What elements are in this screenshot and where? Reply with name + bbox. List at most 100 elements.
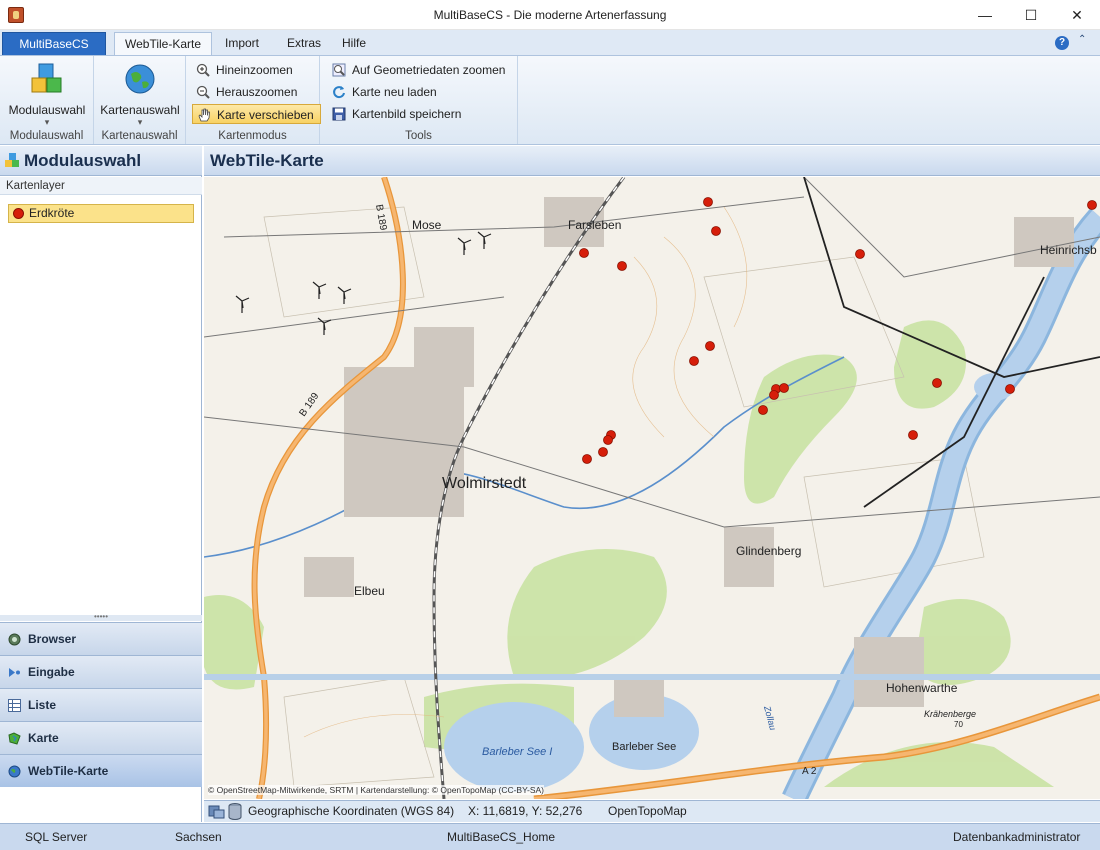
globe-icon [125, 64, 155, 94]
layer-item-label: Erdkröte [29, 206, 75, 220]
group-label-tools: Tools [405, 130, 432, 142]
pan-map-button[interactable]: Karte verschieben [192, 104, 321, 124]
map-source-label: OpenTopoMap [608, 804, 687, 818]
modulauswahl-button[interactable]: Modulauswahl ▾ [4, 60, 90, 128]
title-bar: MultiBaseCS - Die moderne Artenerfassung… [0, 0, 1100, 30]
refresh-icon [333, 86, 345, 99]
left-panel-title: Modulauswahl [24, 151, 142, 170]
map-canvas: Wolmirstedt Farsleben Mose Heinrichsb Gl… [204, 177, 1100, 799]
tab-import[interactable]: Import [215, 32, 269, 56]
save-map-image-label: Kartenbild speichern [352, 107, 462, 121]
zoom-in-icon [196, 63, 210, 77]
nav-item-karte[interactable]: Karte [0, 721, 202, 754]
zoom-to-geometry-button[interactable]: Auf Geometriedaten zoomen [328, 60, 511, 80]
label-barleber-see-i: Barleber See I [482, 746, 552, 758]
label-b189-north: B 189 [373, 204, 388, 232]
label-elbeu: Elbeu [354, 584, 385, 598]
zoom-geometry-icon [332, 63, 346, 77]
zoom-out-label: Herauszoomen [216, 85, 298, 99]
label-barleber-see: Barleber See [612, 741, 676, 753]
minor-roads [204, 177, 1100, 528]
nav-item-eingabe[interactable]: Eingabe [0, 655, 202, 688]
browser-icon [8, 633, 21, 646]
zoom-out-icon [196, 85, 210, 99]
kartenauswahl-label: Kartenauswahl [100, 103, 180, 117]
kartenauswahl-button[interactable]: Kartenauswahl ▾ [96, 60, 184, 128]
layer-item-erdkroete[interactable]: Erdkröte [8, 204, 194, 223]
ribbon-tab-bar: MultiBaseCS WebTile-Karte Import Extras … [0, 30, 1100, 56]
status-region: Sachsen [175, 830, 222, 844]
label-kraehenberge-elevation: 70 [954, 720, 963, 729]
list-icon [8, 699, 21, 712]
modules-icon [5, 153, 19, 167]
nav-item-label: Karte [28, 731, 59, 745]
modulauswahl-dropdown-arrow: ▾ [44, 117, 50, 127]
maximize-button[interactable]: ☐ [1008, 0, 1054, 30]
left-panel: Modulauswahl Kartenlayer Erdkröte ••••• … [0, 146, 202, 822]
label-heinrichsberg: Heinrichsb [1040, 243, 1097, 257]
reload-map-button[interactable]: Karte neu laden [328, 82, 443, 102]
status-database: MultiBaseCS_Home [447, 830, 556, 844]
nav-item-liste[interactable]: Liste [0, 688, 202, 721]
ribbon: Modulauswahl ▾ Modulauswahl Kartenauswah… [0, 55, 1100, 145]
label-a2: A 2 [802, 766, 817, 777]
status-user: Datenbankadministrator [953, 830, 1081, 844]
hand-icon [198, 108, 210, 122]
nav-item-label: Eingabe [28, 665, 75, 679]
status-bar: SQL Server Sachsen MultiBaseCS_Home Date… [0, 823, 1100, 850]
close-button[interactable]: ✕ [1054, 0, 1100, 30]
zoom-in-button[interactable]: Hineinzoomen [192, 60, 299, 80]
group-label-kartenauswahl: Kartenauswahl [101, 130, 178, 142]
nav-item-label: WebTile-Karte [28, 764, 109, 778]
minimize-button[interactable]: — [962, 0, 1008, 30]
save-map-image-button[interactable]: Kartenbild speichern [328, 104, 467, 124]
label-zollau: Zollau [762, 704, 778, 731]
webtile-map[interactable]: Wolmirstedt Farsleben Mose Heinrichsb Gl… [204, 177, 1100, 799]
group-modulauswahl: Modulauswahl ▾ Modulauswahl [0, 56, 94, 144]
label-farsleben: Farsleben [568, 218, 621, 232]
webtile-globe-icon [8, 765, 21, 778]
tab-webtile-karte[interactable]: WebTile-Karte [114, 32, 213, 56]
map-icon [8, 732, 21, 745]
nav-item-webtile-karte[interactable]: WebTile-Karte [0, 754, 202, 787]
group-label-modulauswahl: Modulauswahl [9, 130, 84, 142]
help-icon[interactable]: ? [1055, 36, 1069, 50]
zoom-in-label: Hineinzoomen [216, 63, 293, 77]
crs-label: Geographische Koordinaten (WGS 84) [248, 804, 455, 818]
layer-color-dot [13, 208, 24, 219]
nav-item-browser[interactable]: Browser [0, 622, 202, 655]
group-kartenmodus: Hineinzoomen Herauszoomen Karte verschie… [186, 56, 321, 144]
nav-item-label: Browser [28, 632, 77, 646]
main-panel-header: WebTile-Karte [204, 146, 1100, 176]
reload-map-label: Karte neu laden [352, 85, 437, 99]
save-disk-icon [332, 107, 346, 121]
group-tools: Auf Geometriedaten zoomen Karte neu lade… [320, 56, 518, 144]
database-icon [228, 803, 242, 820]
panel-splitter[interactable]: ••••• [0, 613, 202, 621]
label-hohenwarthe: Hohenwarthe [886, 681, 958, 695]
zoom-out-button[interactable]: Herauszoomen [192, 82, 303, 102]
left-panel-header: Modulauswahl [0, 146, 202, 176]
map-attribution: © OpenStreetMap-Mitwirkende, SRTM | Kart… [208, 785, 544, 795]
window-title: MultiBaseCS - Die moderne Artenerfassung [433, 8, 667, 22]
label-glindenberg: Glindenberg [736, 544, 801, 558]
pan-map-label: Karte verschieben [217, 108, 314, 122]
label-kraehenberge: Krähenberge [924, 709, 976, 719]
map-status-bar: Geographische Koordinaten (WGS 84) X: 11… [204, 800, 1100, 822]
nav-item-label: Liste [28, 698, 57, 712]
label-mose: Mose [412, 218, 442, 232]
tab-app-menu[interactable]: MultiBaseCS [2, 32, 106, 56]
zoom-to-geometry-label: Auf Geometriedaten zoomen [352, 63, 506, 77]
kartenlayer-header: Kartenlayer [0, 177, 202, 195]
wind-turbine-icons [235, 231, 492, 335]
cursor-coordinates: X: 11,6819, Y: 52,276 [468, 804, 583, 818]
coordinate-system-icon [208, 805, 225, 819]
group-label-kartenmodus: Kartenmodus [218, 130, 287, 142]
tab-extras[interactable]: Extras [277, 32, 331, 56]
modules-icon [31, 63, 62, 93]
kartenauswahl-dropdown-arrow: ▾ [137, 117, 143, 127]
input-icon [9, 668, 20, 677]
modulauswahl-label: Modulauswahl [8, 103, 86, 117]
collapse-ribbon-icon[interactable]: ⌃ [1078, 34, 1086, 45]
tab-hilfe[interactable]: Hilfe [332, 32, 376, 56]
